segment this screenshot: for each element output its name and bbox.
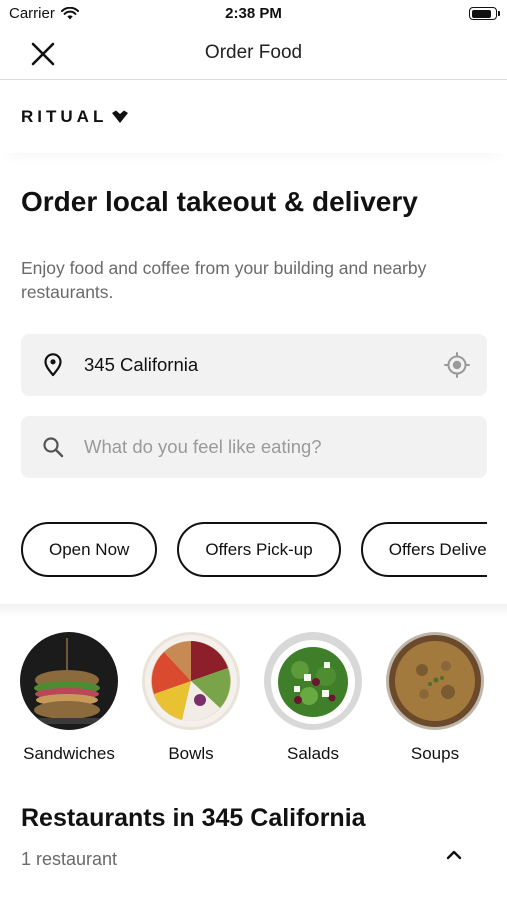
soups-image: [386, 632, 484, 730]
brand-header: RITUAL: [0, 81, 507, 153]
status-bar: Carrier 2:38 PM: [0, 0, 507, 28]
filter-chips: Open Now Offers Pick-up Offers Delivery: [21, 522, 487, 578]
filter-offers-pickup[interactable]: Offers Pick-up: [177, 522, 341, 577]
chevron-up-icon: [446, 850, 462, 860]
brand-name: RITUAL: [21, 107, 108, 126]
ritual-logo: RITUAL: [21, 107, 129, 127]
locate-me-button[interactable]: [443, 351, 471, 379]
hero-subtitle: Enjoy food and coffee from your building…: [21, 258, 427, 302]
restaurants-heading: Restaurants in 345 California: [21, 804, 366, 832]
category-carousel: Sandwiches Bowls Salads Soups: [0, 632, 507, 772]
salads-image: [264, 632, 362, 730]
location-pin-icon: [41, 353, 65, 377]
restaurants-count: 1 restaurant: [21, 849, 118, 869]
category-salads[interactable]: Salads: [253, 632, 373, 764]
category-soups[interactable]: Soups: [375, 632, 495, 764]
filter-row: Open Now Offers Pick-up Offers Delivery: [21, 522, 487, 577]
crosshair-icon: [444, 352, 470, 378]
category-label: Salads: [287, 744, 339, 763]
filter-offers-delivery[interactable]: Offers Delivery: [360, 522, 487, 577]
sandwiches-image: [20, 632, 118, 730]
battery-icon: [469, 7, 500, 20]
search-icon: [41, 435, 65, 459]
navigation-bar: Order Food: [0, 28, 507, 80]
section-divider: [0, 604, 507, 618]
category-label: Soups: [410, 744, 460, 763]
search-field[interactable]: What do you feel like eating?: [21, 416, 487, 478]
filter-open-now[interactable]: Open Now: [21, 522, 158, 577]
address-value: 345 California: [84, 354, 199, 375]
bowls-image: [142, 632, 240, 730]
collapse-restaurants-button[interactable]: [441, 842, 467, 868]
page-title: Order Food: [204, 42, 303, 63]
category-label: Sandwiches: [23, 744, 115, 763]
battery-level: [471, 9, 492, 18]
category-label: Bowls: [168, 744, 214, 763]
status-time: 2:38 PM: [225, 5, 282, 22]
hero-title: Order local takeout & delivery: [21, 186, 418, 217]
heart-chevron-icon: [112, 110, 129, 123]
address-field[interactable]: 345 California: [21, 334, 487, 396]
search-input[interactable]: What do you feel like eating?: [84, 436, 322, 458]
category-sandwiches[interactable]: Sandwiches: [9, 632, 129, 764]
category-bowls[interactable]: Bowls: [131, 632, 251, 764]
